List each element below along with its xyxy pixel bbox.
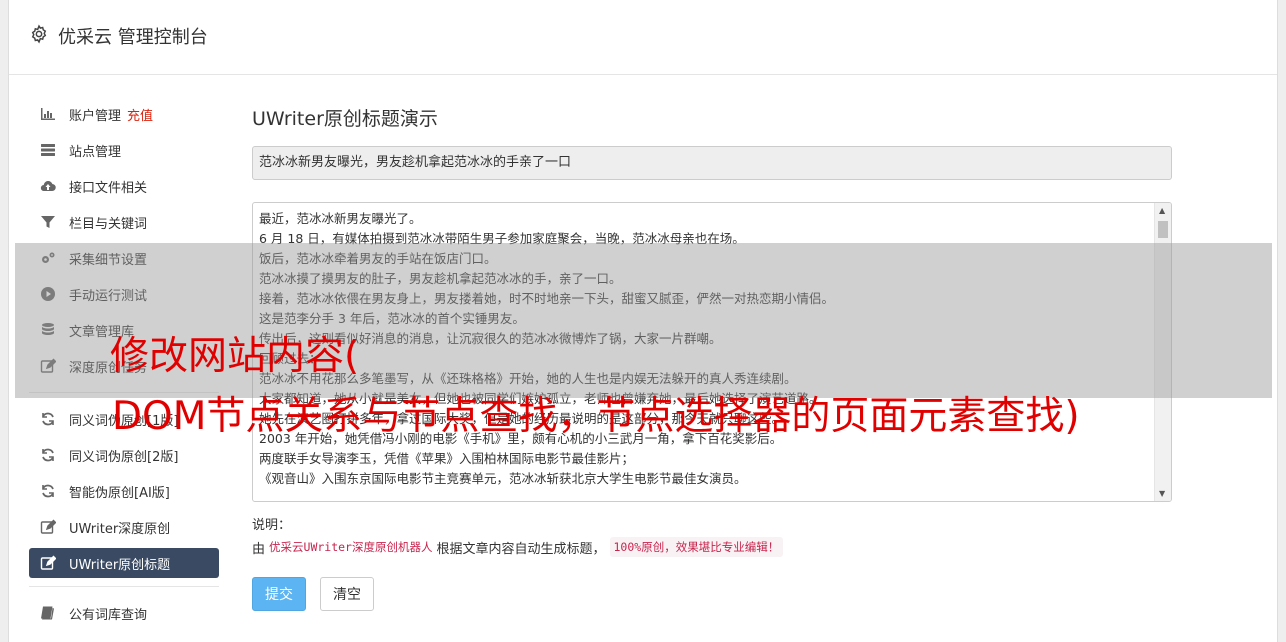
description-prefix: 由 [252,541,266,557]
scroll-down-icon[interactable]: ▼ [1159,489,1165,498]
article-body-line: 最近，范冰冰新男友曝光了。 [259,211,422,226]
sidebar-item-interface-files[interactable]: 接口文件相关 [29,168,219,204]
book-icon [39,605,57,621]
generated-title-field[interactable]: 范冰冰新男友曝光，男友趁机拿起范冰冰的手亲了一口 [252,146,1172,180]
page-title: 优采云 管理控制台 [58,27,208,48]
cloud-upload-icon [39,178,57,194]
article-body-line: 两度联手女导演李玉，凭借《苹果》入围柏林国际电影节最佳影片； [259,451,635,466]
description-highlight: 100%原创，效果堪比专业编辑！ [609,537,784,557]
sidebar-item-label: 同义词伪原创[2版] [69,449,179,465]
filter-icon [39,214,57,230]
gear-icon [29,24,49,44]
sidebar-item-label: 站点管理 [69,144,122,160]
sidebar-item-sites[interactable]: 站点管理 [29,132,219,168]
submit-button[interactable]: 提交 [252,577,306,611]
demo-heading: UWriter原创标题演示 [252,108,438,130]
sidebar-item-uwriter-title[interactable]: UWriter原创标题 [29,548,219,578]
sidebar-item-uwriter-deep[interactable]: UWriter深度原创 [29,509,219,545]
refresh-icon [39,483,57,499]
sidebar-item-label: 接口文件相关 [69,180,148,196]
description-middle: 根据文章内容自动生成标题， [436,541,606,557]
recharge-link[interactable]: 充值 [127,105,153,124]
sidebar-item-label: UWriter原创标题 [69,557,171,573]
watermark-text-line2: DOM节点关系与节点查找，节点选择器的页面元素查找) [112,394,1080,439]
sidebar-item-label: UWriter深度原创 [69,521,171,537]
description-line: 由 优采云UWriter深度原创机器人 根据文章内容自动生成标题， 100%原创… [252,537,1172,557]
sidebar-divider [29,586,219,587]
clear-button[interactable]: 清空 [320,577,374,611]
action-buttons: 提交 清空 [252,577,1172,611]
edit-icon [39,555,57,571]
description-label: 说明： [252,518,292,533]
header: 优采云 管理控制台 [9,0,1277,75]
sidebar-item-columns-keywords[interactable]: 栏目与关键词 [29,204,219,240]
sidebar-item-label: 公有词库查询 [69,607,148,623]
server-icon [39,142,57,158]
scroll-up-icon[interactable]: ▲ [1159,206,1165,215]
sidebar-item-ai-rewrite[interactable]: 智能伪原创[AI版] [29,473,219,509]
scroll-thumb[interactable] [1158,221,1168,238]
watermark-text-line1: 修改网站内容( [110,334,360,379]
refresh-icon [39,447,57,463]
sidebar-item-account[interactable]: 账户管理 充值 [29,96,219,132]
edit-icon [39,519,57,535]
sidebar-item-public-lexicon[interactable]: 公有词库查询 [29,595,219,631]
sidebar-item-label: 智能伪原创[AI版] [69,485,170,501]
sidebar-item-label: 栏目与关键词 [69,216,148,232]
refresh-icon [39,411,57,427]
description-product: 优采云UWriter深度原创机器人 [269,540,433,554]
bar-chart-icon [39,106,57,122]
article-body-line: 《观音山》入围东京国际电影节主竞赛单元，范冰冰斩获北京大学生电影节最佳女演员。 [259,471,747,486]
sidebar-item-label: 账户管理 [69,108,122,124]
sidebar-item-synonym-v2[interactable]: 同义词伪原创[2版] [29,437,219,473]
